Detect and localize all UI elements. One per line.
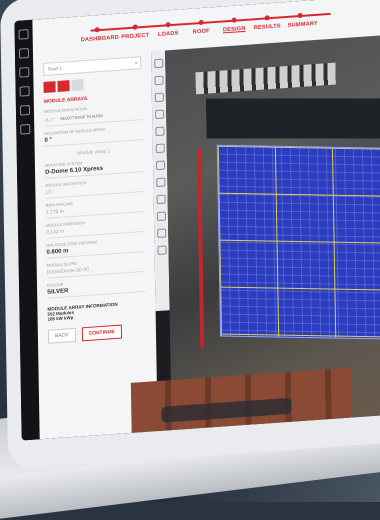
grid-mode-icon[interactable]: [57, 80, 70, 92]
grid-icon[interactable]: [155, 143, 165, 154]
menu-icon[interactable]: [18, 29, 29, 40]
help-icon[interactable]: [20, 123, 31, 135]
step-design[interactable]: DESIGN: [218, 17, 251, 34]
erase-icon[interactable]: [154, 92, 164, 103]
grid-icon[interactable]: [19, 85, 30, 97]
folder-icon[interactable]: [19, 66, 30, 78]
continue-button[interactable]: CONTINUE: [81, 324, 122, 342]
view-mode-buttons: [43, 75, 141, 93]
step-loads[interactable]: LOADS: [152, 21, 185, 38]
orientation-value[interactable]: -6.2 °: [44, 117, 56, 124]
table-icon[interactable]: [155, 160, 165, 171]
satellite-map[interactable]: [130, 33, 380, 433]
align-edge-button[interactable]: SELECT EDGE TO ALIGN: [60, 114, 103, 121]
pencil-icon[interactable]: [156, 194, 166, 205]
back-button[interactable]: BACK: [47, 327, 76, 344]
solar-module-array[interactable]: [216, 144, 380, 341]
settings-icon[interactable]: [19, 104, 31, 116]
ruler-icon[interactable]: [155, 177, 165, 188]
pointer-icon[interactable]: [153, 58, 163, 69]
draw-icon[interactable]: [153, 75, 164, 86]
roof-boundary: [196, 147, 205, 349]
step-project[interactable]: PROJECT: [119, 23, 152, 41]
close-icon[interactable]: [154, 109, 164, 120]
roof-edge: [205, 98, 380, 139]
parked-cars: [195, 62, 336, 95]
copy-icon[interactable]: [154, 126, 165, 137]
design-panel: Roof 1 MODULE ARRAYS MODULE ORIENTATION …: [33, 51, 158, 440]
laptop-lid: DASHBOARD PROJECT LOADS ROOF DESIGN RESU…: [0, 0, 380, 470]
step-roof[interactable]: ROOF: [185, 19, 218, 36]
layer-icon[interactable]: [156, 211, 166, 222]
section-title: MODULE ARRAYS: [43, 95, 88, 105]
select-mode-icon[interactable]: [71, 79, 84, 92]
rotate-icon[interactable]: [156, 245, 167, 256]
step-results[interactable]: RESULTS: [251, 14, 284, 31]
roof-select[interactable]: Roof 1: [43, 56, 142, 76]
layers-icon[interactable]: [18, 47, 30, 59]
app-screen: DASHBOARD PROJECT LOADS ROOF DESIGN RESU…: [14, 0, 380, 441]
module-icon[interactable]: [156, 228, 166, 239]
array-mode-icon[interactable]: [43, 81, 56, 93]
module-array-select[interactable]: Module array 1: [45, 146, 143, 159]
step-dashboard[interactable]: DASHBOARD: [81, 26, 119, 44]
step-summary[interactable]: SUMMARY: [284, 12, 322, 30]
